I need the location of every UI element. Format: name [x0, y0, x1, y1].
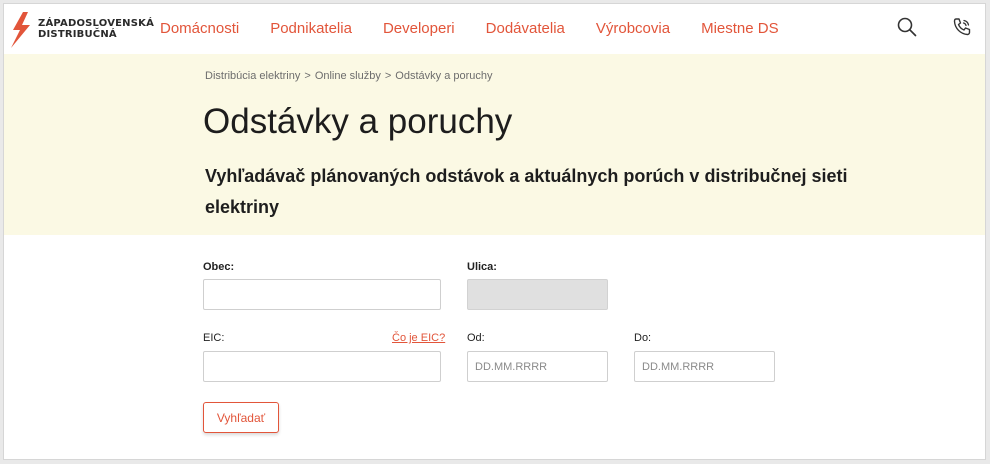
brand-name: ZÁPADOSLOVENSKÁ DISTRIBUČNÁ: [38, 18, 154, 40]
breadcrumb-item[interactable]: Distribúcia elektriny: [205, 70, 300, 82]
main-nav: Domácnosti Podnikatelia Developeri Dodáv…: [160, 20, 810, 37]
ulica-label: Ulica:: [467, 261, 497, 273]
breadcrumb-separator: >: [304, 70, 311, 82]
page-title: Odstávky a poruchy: [203, 102, 513, 141]
nav-item-miestne-ds[interactable]: Miestne DS: [701, 20, 779, 37]
search-icon[interactable]: [896, 16, 918, 38]
eic-help-link[interactable]: Čo je EIC?: [392, 332, 445, 344]
brand-logo[interactable]: ZÁPADOSLOVENSKÁ DISTRIBUČNÁ: [8, 12, 154, 48]
breadcrumb-item-current: Odstávky a poruchy: [395, 70, 493, 82]
site-header: ZÁPADOSLOVENSKÁ DISTRIBUČNÁ Domácnosti P…: [4, 4, 985, 54]
obec-label: Obec:: [203, 261, 235, 273]
breadcrumb-separator: >: [384, 70, 392, 82]
breadcrumb: Distribúcia elektriny > Online služby > Odst…: [205, 70, 493, 82]
lightning-logo-icon: [11, 12, 30, 48]
do-date-input[interactable]: [634, 351, 775, 382]
search-button[interactable]: Vyhľadať: [203, 402, 279, 433]
breadcrumb-item[interactable]: Online služby: [315, 70, 381, 82]
nav-item-podnikatelia[interactable]: Podnikatelia: [270, 20, 352, 37]
nav-item-dodavatelia[interactable]: Dodávatelia: [486, 20, 565, 37]
obec-input[interactable]: [203, 279, 441, 310]
od-date-input[interactable]: [467, 351, 608, 382]
nav-item-domacnosti[interactable]: Domácnosti: [160, 20, 239, 37]
do-label: Do:: [634, 332, 652, 344]
page-subtitle: Vyhľadávač plánovaných odstávok a aktuál…: [205, 166, 848, 217]
nav-item-vyrobcovia[interactable]: Výrobcovia: [596, 20, 670, 37]
phone-icon[interactable]: [951, 16, 973, 38]
nav-item-developeri[interactable]: Developeri: [383, 20, 455, 37]
page-frame: ZÁPADOSLOVENSKÁ DISTRIBUČNÁ Domácnosti P…: [3, 3, 986, 460]
eic-label: EIC:: [203, 332, 225, 344]
ulica-input[interactable]: [467, 279, 608, 310]
brand-name-line2: DISTRIBUČNÁ: [38, 29, 117, 40]
od-label: Od:: [467, 332, 485, 344]
eic-input[interactable]: [203, 351, 441, 382]
brand-name-line1: ZÁPADOSLOVENSKÁ: [38, 18, 155, 29]
hero-banner: Distribúcia elektriny > Online služby > Odst…: [4, 54, 985, 235]
